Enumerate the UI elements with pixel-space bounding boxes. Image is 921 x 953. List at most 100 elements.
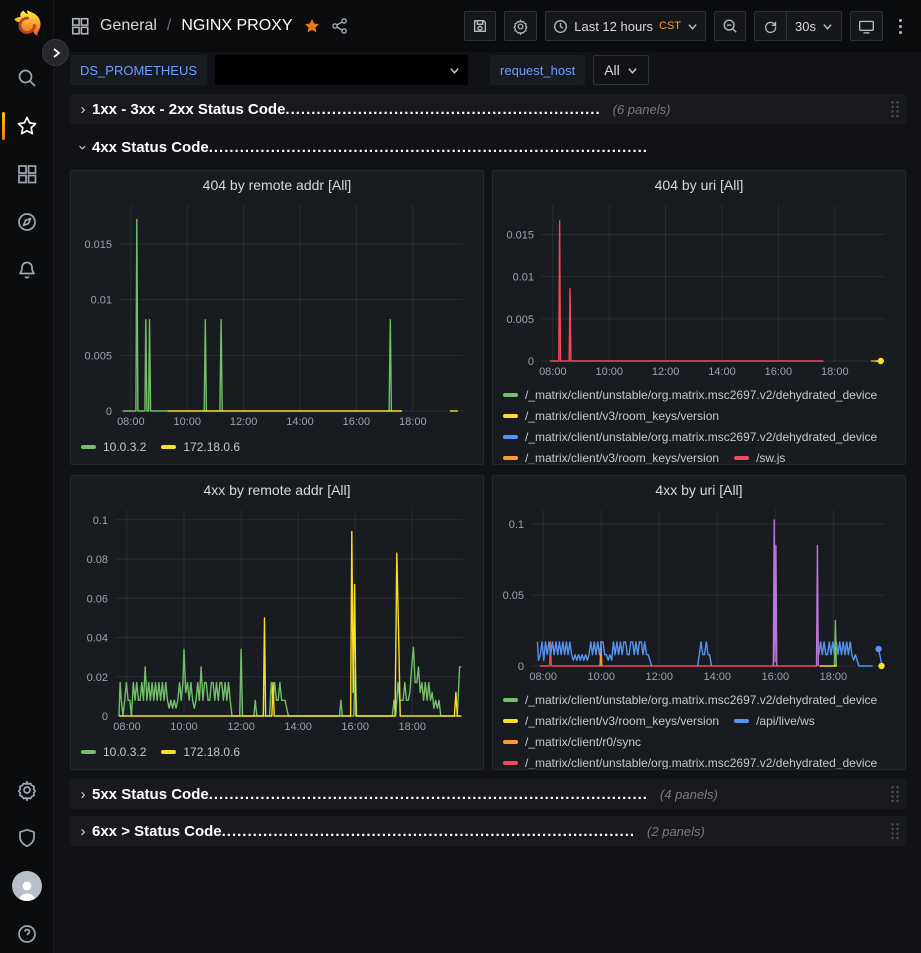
dashboard-settings-button[interactable] (504, 11, 537, 41)
svg-text:0: 0 (528, 356, 534, 368)
sidebar-item-configuration[interactable] (0, 766, 54, 814)
panel-legend: /_matrix/client/unstable/org.matrix.msc2… (501, 384, 897, 464)
legend-item[interactable]: /_matrix/client/unstable/org.matrix.msc2… (503, 689, 877, 710)
timeseries-chart[interactable]: 08:0010:0012:0014:0016:0018:0000.020.040… (79, 502, 475, 734)
svg-text:0: 0 (102, 711, 108, 723)
zoom-out-button[interactable] (714, 11, 746, 41)
panel-title[interactable]: 4xx by uri [All] (501, 482, 897, 502)
time-range-picker[interactable]: Last 12 hours CST (545, 11, 706, 41)
refresh-button[interactable] (755, 12, 786, 40)
search-icon (16, 67, 38, 89)
variable-host-select[interactable]: All (593, 55, 649, 85)
sidebar (0, 0, 54, 953)
panel-title[interactable]: 4xx by remote addr [All] (79, 482, 475, 502)
panel-title[interactable]: 404 by remote addr [All] (79, 177, 475, 197)
svg-text:10:00: 10:00 (173, 416, 201, 428)
share-icon[interactable] (331, 17, 349, 35)
sidebar-item-starred[interactable] (0, 102, 54, 150)
row-leader-dots: ........................................… (285, 101, 600, 118)
time-zone-label: CST (659, 20, 681, 32)
panel-404-by-remote-addr: 404 by remote addr [All] 08:0010:0012:00… (70, 170, 484, 465)
shield-icon (16, 827, 38, 849)
variable-ds-select[interactable] (215, 55, 468, 85)
legend-item[interactable]: /_matrix/client/v3/room_keys/version (503, 405, 719, 426)
sidebar-item-dashboards[interactable] (0, 150, 54, 198)
svg-text:12:00: 12:00 (645, 671, 673, 683)
row-5xx[interactable]: › 5xx Status Code ......................… (70, 779, 906, 809)
svg-text:0: 0 (518, 661, 524, 673)
svg-text:0.005: 0.005 (84, 350, 112, 362)
timeseries-chart[interactable]: 08:0010:0012:0014:0016:0018:0000.050.1 (501, 502, 897, 684)
row-6xx[interactable]: › 6xx > Status Code ....................… (70, 816, 906, 846)
svg-text:16:00: 16:00 (343, 416, 371, 428)
legend-item[interactable]: 172.18.0.6 (161, 437, 240, 458)
gear-icon (16, 779, 38, 801)
tv-mode-button[interactable] (850, 11, 883, 41)
panel-title[interactable]: 404 by uri [All] (501, 177, 897, 197)
row-drag-handle[interactable] (890, 822, 900, 840)
favorite-star-icon[interactable] (303, 17, 321, 35)
svg-text:0.015: 0.015 (84, 239, 112, 251)
grafana-logo[interactable] (10, 8, 44, 42)
legend-series-color (503, 719, 518, 723)
refresh-interval-dropdown[interactable]: 30s (786, 12, 841, 40)
row-title: 1xx - 3xx - 2xx Status Code (92, 101, 285, 118)
legend-item[interactable]: 10.0.3.2 (81, 742, 146, 763)
breadcrumb: General / NGINX PROXY (70, 16, 349, 36)
svg-text:0.1: 0.1 (509, 519, 524, 531)
legend-series-label: 172.18.0.6 (183, 745, 240, 759)
legend-item[interactable]: /_matrix/client/unstable/org.matrix.msc2… (503, 426, 877, 447)
legend-series-color (734, 719, 749, 723)
help-icon (16, 923, 38, 945)
row-leader-dots: ........................................… (222, 823, 635, 840)
svg-text:14:00: 14:00 (284, 721, 312, 733)
svg-text:08:00: 08:00 (539, 366, 567, 378)
sidebar-item-server-admin[interactable] (0, 814, 54, 862)
legend-item[interactable]: 172.18.0.6 (161, 742, 240, 763)
legend-item[interactable]: /_matrix/client/unstable/org.matrix.msc2… (503, 384, 877, 405)
clock-icon (553, 19, 568, 34)
sidebar-item-alerting[interactable] (0, 246, 54, 294)
row-title: 4xx Status Code (92, 139, 209, 156)
row-drag-handle[interactable] (890, 100, 900, 118)
apps-grid-icon (70, 16, 90, 36)
timeseries-chart[interactable]: 08:0010:0012:0014:0016:0018:0000.0050.01… (79, 197, 475, 429)
panel-404-by-uri: 404 by uri [All] 08:0010:0012:0014:0016:… (492, 170, 906, 465)
avatar (12, 871, 42, 901)
row-drag-handle[interactable] (890, 785, 900, 803)
legend-item[interactable]: /api/live/ws (734, 710, 815, 731)
legend-item[interactable]: /_matrix/client/v3/room_keys/version (503, 447, 719, 464)
more-options-button[interactable] (891, 11, 909, 41)
legend-item[interactable]: /_matrix/client/v3/room_keys/version (503, 710, 719, 731)
sidebar-expand-button[interactable] (42, 39, 69, 66)
legend-item[interactable]: /_matrix/client/unstable/org.matrix.msc2… (503, 752, 877, 769)
sidebar-item-explore[interactable] (0, 198, 54, 246)
legend-series-color (503, 740, 518, 744)
breadcrumb-folder[interactable]: General (100, 17, 157, 35)
chevron-down-icon (449, 65, 460, 76)
sidebar-item-help[interactable] (0, 910, 54, 953)
svg-text:10:00: 10:00 (170, 721, 198, 733)
breadcrumb-dashboard-title[interactable]: NGINX PROXY (181, 17, 292, 35)
row-panel-count: (2 panels) (647, 824, 705, 839)
svg-text:0.1: 0.1 (93, 515, 108, 527)
panel-4xx-by-remote-addr: 4xx by remote addr [All] 08:0010:0012:00… (70, 475, 484, 770)
legend-series-color (81, 750, 96, 754)
timeseries-chart[interactable]: 08:0010:0012:0014:0016:0018:0000.0050.01… (501, 197, 897, 379)
svg-text:14:00: 14:00 (286, 416, 314, 428)
legend-item[interactable]: 10.0.3.2 (81, 437, 146, 458)
legend-series-label: /_matrix/client/v3/room_keys/version (525, 451, 719, 465)
chevron-right-icon: › (74, 823, 92, 840)
sidebar-item-profile[interactable] (0, 862, 54, 910)
save-dashboard-button[interactable] (464, 11, 496, 41)
legend-item[interactable]: /sw.js (734, 447, 785, 464)
grafana-logo-icon (10, 8, 44, 42)
row-1xx-3xx-2xx[interactable]: › 1xx - 3xx - 2xx Status Code ..........… (70, 94, 906, 124)
row-4xx[interactable]: › 4xx Status Code ......................… (70, 133, 906, 161)
legend-series-color (81, 445, 96, 449)
chevron-right-icon: › (74, 101, 92, 118)
svg-text:10:00: 10:00 (595, 366, 623, 378)
row-panel-count: (4 panels) (660, 787, 718, 802)
refresh-picker: 30s (754, 11, 842, 41)
legend-item[interactable]: /_matrix/client/r0/sync (503, 731, 641, 752)
